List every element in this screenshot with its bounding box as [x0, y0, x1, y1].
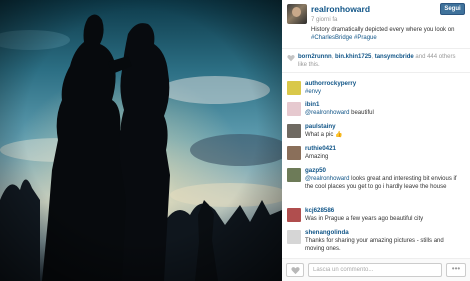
mention-link[interactable]: @realronhoward [305, 176, 349, 182]
commenter-avatar[interactable] [287, 208, 301, 222]
liker-username[interactable]: tansymcbride [375, 54, 414, 60]
hashtag-link[interactable]: #envy [305, 89, 321, 95]
divider [282, 48, 470, 49]
comment-input[interactable] [308, 263, 442, 277]
commenter-username[interactable]: shenangolinda [305, 229, 349, 236]
comment-text: #envy [305, 88, 463, 96]
heart-icon [291, 267, 300, 275]
liker-username[interactable]: bin.khin1725 [335, 54, 371, 60]
comment-text: Amazing [305, 154, 329, 160]
commenter-avatar[interactable] [287, 102, 301, 116]
post-header: realronhoward Segui 7 giorni fa History … [282, 0, 470, 48]
mention-link[interactable]: @realronhoward [305, 110, 349, 116]
author-username[interactable]: realronhoward [311, 4, 370, 14]
commenter-username[interactable]: kcj628586 [305, 207, 334, 214]
like-button[interactable] [286, 263, 304, 277]
comment-text: @realronhoward looks great and interesti… [305, 176, 457, 190]
comment-list[interactable]: authorrockyperry #envy ibin1 @realronhow… [282, 76, 470, 256]
heart-icon [287, 54, 295, 62]
commenter-avatar[interactable] [287, 81, 301, 95]
follow-button[interactable]: Segui [440, 3, 465, 15]
more-options-button[interactable]: ••• [446, 263, 466, 277]
caption-text: History dramatically depicted every wher… [311, 27, 455, 33]
hashtag-link[interactable]: #Prague [354, 35, 377, 41]
divider [282, 72, 470, 73]
commenter-username[interactable]: authorrockyperry [305, 80, 356, 87]
commenter-avatar[interactable] [287, 124, 301, 138]
comment-text: What a pic 👍 [305, 132, 343, 138]
comment-text: Was in Prague a few years ago beautiful … [305, 216, 424, 222]
commenter-username[interactable]: ruthie0421 [305, 145, 336, 152]
comment-text: @realronhoward beautiful [305, 110, 374, 116]
commenter-username[interactable]: ibin1 [305, 101, 319, 108]
post-photo[interactable] [0, 0, 282, 281]
post-caption: History dramatically depicted every wher… [311, 26, 466, 42]
liker-username[interactable]: born2runnn [298, 54, 332, 60]
likes-text: born2runnn, bin.khin1725, tansymcbride a… [298, 54, 456, 68]
comment-footer: ••• [282, 258, 470, 281]
commenter-username[interactable]: gazp50 [305, 167, 326, 174]
commenter-avatar[interactable] [287, 168, 301, 182]
post-timestamp[interactable]: 7 giorni fa [311, 17, 337, 23]
comment-text: Thanks for sharing your amazing pictures… [305, 238, 444, 252]
commenter-avatar[interactable] [287, 230, 301, 244]
author-avatar[interactable] [287, 4, 307, 24]
post-side-panel: realronhoward Segui 7 giorni fa History … [282, 0, 470, 281]
commenter-username[interactable]: paulstainy [305, 123, 336, 130]
hashtag-link[interactable]: #CharlesBridge [311, 35, 352, 41]
statue-silhouette-image [0, 0, 282, 281]
commenter-avatar[interactable] [287, 146, 301, 160]
